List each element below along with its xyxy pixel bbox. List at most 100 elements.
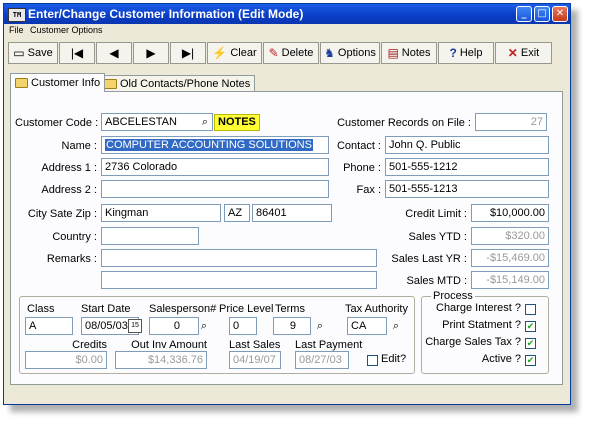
first-record-icon: |◀ bbox=[70, 46, 84, 60]
charge-interest-checkbox[interactable] bbox=[525, 304, 536, 315]
window-title: Enter/Change Customer Information (Edit … bbox=[28, 7, 304, 21]
print-statement-checkbox[interactable]: ✔ bbox=[525, 321, 536, 332]
charge-interest-label: Charge Interest ? bbox=[436, 302, 521, 314]
last-payment-label: Last Payment bbox=[295, 339, 363, 351]
records-on-file-label: Customer Records on File : bbox=[337, 117, 471, 129]
toolbar: ▭ Save |◀ ◀ ▶ ▶| ⚡ Clear ✎ Delete ♞ Options … bbox=[8, 42, 564, 66]
address2-field[interactable] bbox=[101, 180, 329, 198]
fax-field[interactable]: 501-555-1213 bbox=[385, 180, 549, 198]
address1-label: Address 1 : bbox=[41, 162, 97, 174]
exit-button[interactable]: ✕ Exit bbox=[495, 42, 552, 64]
first-record-button[interactable]: |◀ bbox=[59, 42, 95, 64]
phone-field[interactable]: 501-555-1212 bbox=[385, 158, 549, 176]
binoculars-icon[interactable]: ⌕ bbox=[198, 115, 212, 129]
active-checkbox[interactable]: ✔ bbox=[525, 355, 536, 366]
country-label: Country : bbox=[52, 231, 97, 243]
print-statement-label: Print Statment ? bbox=[442, 319, 521, 331]
address1-field[interactable]: 2736 Colorado bbox=[101, 158, 329, 176]
city-field[interactable]: Kingman bbox=[101, 204, 221, 222]
class-field[interactable]: A bbox=[25, 317, 73, 335]
remarks-field-1[interactable] bbox=[101, 249, 377, 267]
binoculars-icon[interactable]: ⌕ bbox=[197, 319, 211, 333]
remarks-label: Remarks : bbox=[46, 253, 97, 265]
phone-label: Phone : bbox=[343, 162, 381, 174]
address2-label: Address 2 : bbox=[41, 184, 97, 196]
folder-icon bbox=[104, 79, 117, 89]
sales-last-yr-label: Sales Last YR : bbox=[391, 253, 467, 265]
price-level-field[interactable]: 0 bbox=[229, 317, 257, 335]
last-record-button[interactable]: ▶| bbox=[170, 42, 206, 64]
sales-ytd-field: $320.00 bbox=[471, 227, 549, 245]
menu-customer-options[interactable]: Customer Options bbox=[30, 25, 103, 35]
remarks-field-2[interactable] bbox=[101, 271, 377, 289]
contact-field[interactable]: John Q. Public bbox=[385, 136, 549, 154]
notes-button[interactable]: ▤ Notes bbox=[381, 42, 437, 64]
maximize-button[interactable]: □ bbox=[534, 6, 550, 22]
save-button[interactable]: ▭ Save bbox=[8, 42, 58, 64]
next-record-icon: ▶ bbox=[146, 46, 156, 60]
zip-field[interactable]: 86401 bbox=[252, 204, 332, 222]
state-field[interactable]: AZ bbox=[224, 204, 250, 222]
name-field[interactable]: COMPUTER ACCOUNTING SOLUTIONS bbox=[101, 136, 329, 154]
customer-info-panel: Customer Code : ABCELESTAN ⌕ NOTES Name … bbox=[10, 91, 563, 385]
app-icon: TM bbox=[8, 8, 26, 22]
options-button[interactable]: ♞ Options bbox=[320, 42, 380, 64]
binoculars-icon[interactable]: ⌕ bbox=[389, 319, 403, 333]
previous-record-icon: ◀ bbox=[109, 46, 119, 60]
price-level-label: Price Level bbox=[219, 303, 274, 315]
out-inv-amount-label: Out Inv Amount bbox=[131, 339, 207, 351]
next-record-button[interactable]: ▶ bbox=[133, 42, 169, 64]
edit-label: Edit? bbox=[381, 353, 407, 365]
contact-label: Contact : bbox=[336, 140, 381, 152]
active-label: Active ? bbox=[481, 353, 521, 365]
fax-label: Fax : bbox=[356, 184, 381, 196]
records-count-field: 27 bbox=[475, 113, 547, 131]
options-icon: ♞ bbox=[324, 46, 335, 60]
delete-icon: ✎ bbox=[268, 46, 279, 60]
charge-sales-tax-label: Charge Sales Tax ? bbox=[425, 336, 521, 348]
customer-code-field[interactable]: ABCELESTAN bbox=[101, 113, 213, 131]
charge-sales-tax-checkbox[interactable]: ✔ bbox=[525, 338, 536, 349]
tax-authority-field[interactable]: CA bbox=[347, 317, 387, 335]
tax-authority-label: Tax Authority bbox=[345, 303, 408, 315]
start-date-label: Start Date bbox=[81, 303, 131, 315]
last-sales-field: 04/19/07 bbox=[229, 351, 281, 369]
country-field[interactable] bbox=[101, 227, 199, 245]
tab-customer-info[interactable]: Customer Info bbox=[10, 73, 106, 92]
delete-button[interactable]: ✎ Delete bbox=[263, 42, 319, 64]
credit-limit-field[interactable]: $10,000.00 bbox=[471, 204, 549, 222]
class-label: Class bbox=[27, 303, 55, 315]
clear-button[interactable]: ⚡ Clear bbox=[207, 42, 262, 64]
tab-old-contacts[interactable]: Old Contacts/Phone Notes bbox=[99, 75, 256, 92]
credit-limit-label: Credit Limit : bbox=[405, 208, 467, 220]
sales-ytd-label: Sales YTD : bbox=[408, 231, 468, 243]
close-button[interactable]: ✕ bbox=[552, 6, 568, 22]
sales-last-yr-field: -$15,469.00 bbox=[471, 249, 549, 267]
clear-icon: ⚡ bbox=[212, 46, 228, 60]
notes-badge[interactable]: NOTES bbox=[214, 114, 260, 131]
binoculars-icon[interactable]: ⌕ bbox=[313, 319, 327, 333]
credits-label: Credits bbox=[72, 339, 107, 351]
terms-field[interactable]: 9 bbox=[273, 317, 311, 335]
salesperson-field[interactable]: 0 bbox=[149, 317, 199, 335]
calendar-icon[interactable]: 15 bbox=[128, 319, 142, 333]
notes-icon: ▤ bbox=[387, 46, 399, 60]
menu-file[interactable]: File bbox=[9, 25, 24, 35]
disk-icon: ▭ bbox=[13, 46, 25, 60]
help-button[interactable]: ? Help bbox=[438, 42, 494, 64]
exit-icon: ✕ bbox=[507, 46, 518, 60]
terms-label: Terms bbox=[275, 303, 305, 315]
out-inv-amount-field: $14,336.76 bbox=[115, 351, 207, 369]
sales-mtd-label: Sales MTD : bbox=[406, 275, 467, 287]
last-sales-label: Last Sales bbox=[229, 339, 281, 351]
title-bar[interactable]: TM Enter/Change Customer Information (Ed… bbox=[4, 4, 570, 24]
status-bar bbox=[4, 388, 570, 404]
process-title: Process bbox=[431, 290, 475, 302]
previous-record-button[interactable]: ◀ bbox=[96, 42, 132, 64]
sales-mtd-field: -$15,149.00 bbox=[471, 271, 549, 289]
credits-field: $0.00 bbox=[25, 351, 107, 369]
edit-checkbox[interactable] bbox=[367, 355, 378, 366]
name-label: Name : bbox=[61, 140, 97, 152]
minimize-button[interactable]: _ bbox=[516, 6, 532, 22]
salesperson-label: Salesperson# bbox=[149, 303, 217, 315]
